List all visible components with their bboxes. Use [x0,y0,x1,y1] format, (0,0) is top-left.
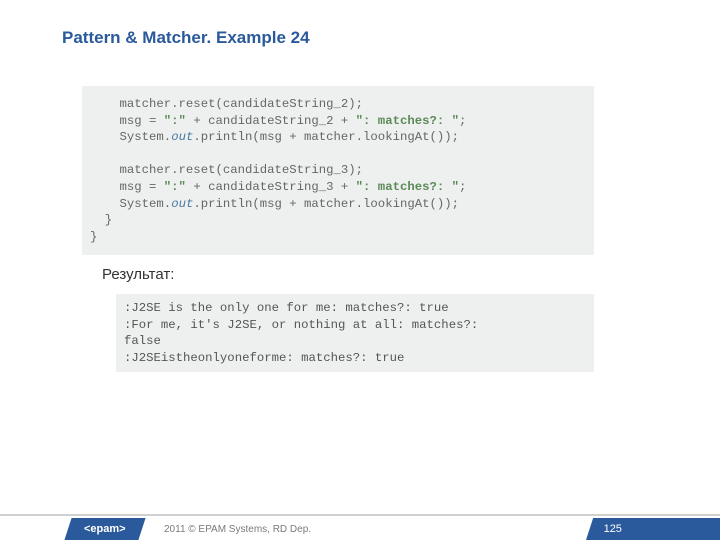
code-line: msg = ":" + candidateString_2 + ": match… [90,114,466,128]
output-line: :J2SEistheonlyoneforme: matches?: true [124,351,404,365]
code-line: } [90,230,97,244]
footer-copyright: 2011 © EPAM Systems, RD Dep. [164,524,311,535]
output-line: :J2SE is the only one for me: matches?: … [124,301,449,315]
code-line: } [90,213,112,227]
code-block-output: :J2SE is the only one for me: matches?: … [116,294,594,372]
epam-logo: <epam> [64,518,145,540]
code-block-source: matcher.reset(candidateString_2); msg = … [82,86,594,255]
result-label: Результат: [102,266,174,283]
code-line: matcher.reset(candidateString_3); [90,163,363,177]
output-line: false [124,334,161,348]
code-line: msg = ":" + candidateString_3 + ": match… [90,180,466,194]
code-line: matcher.reset(candidateString_2); [90,97,363,111]
output-line: :For me, it's J2SE, or nothing at all: m… [124,318,478,332]
slide: Pattern & Matcher. Example 24 matcher.re… [0,0,720,540]
footer-page-number: 125 [586,518,720,540]
slide-title: Pattern & Matcher. Example 24 [62,28,310,48]
code-line: System.out.println(msg + matcher.looking… [90,197,459,211]
footer: <epam> 2011 © EPAM Systems, RD Dep. 125 [0,516,720,540]
code-line: System.out.println(msg + matcher.looking… [90,130,459,144]
